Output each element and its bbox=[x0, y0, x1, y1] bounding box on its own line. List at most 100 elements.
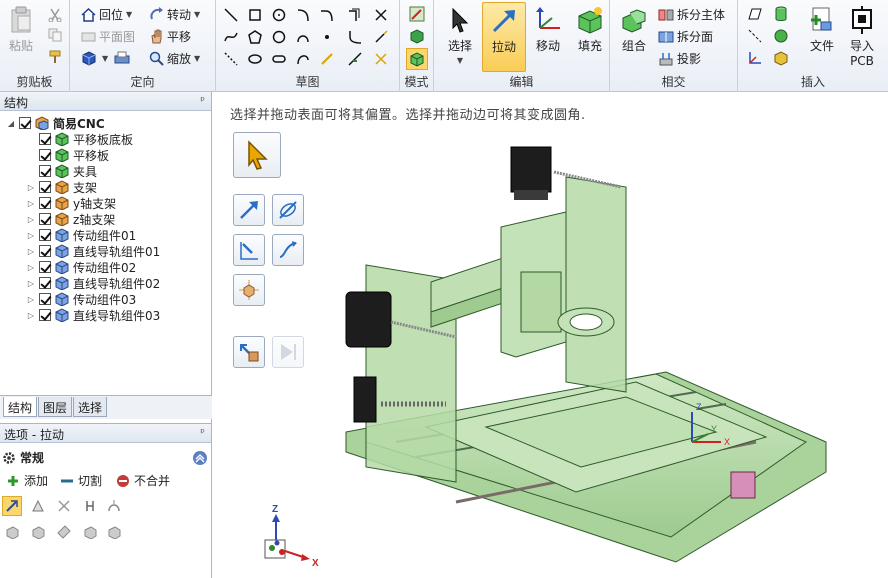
visibility-checkbox[interactable] bbox=[39, 261, 51, 273]
visibility-checkbox[interactable] bbox=[39, 213, 51, 225]
circle-tool-icon[interactable] bbox=[270, 6, 288, 24]
zoom-button[interactable]: 缩放 ▼ bbox=[148, 50, 200, 67]
tree-item[interactable]: ▷ 传动组件02 bbox=[26, 259, 136, 275]
paste-button[interactable]: 粘贴 bbox=[2, 2, 40, 72]
3d-mode-icon[interactable] bbox=[406, 48, 428, 70]
no-merge-option[interactable]: 不合并 bbox=[116, 472, 170, 489]
visibility-checkbox[interactable] bbox=[39, 197, 51, 209]
cnc-model[interactable]: Z X Y bbox=[336, 142, 836, 567]
tree-item[interactable]: 平移板底板 bbox=[26, 131, 133, 147]
pivot-tool[interactable] bbox=[104, 522, 124, 542]
visibility-checkbox[interactable] bbox=[39, 309, 51, 321]
visibility-checkbox[interactable] bbox=[39, 165, 51, 177]
visibility-checkbox[interactable] bbox=[39, 277, 51, 289]
rotate-button[interactable]: 转动 ▼ bbox=[148, 6, 200, 23]
collapse-icon[interactable]: ◢ bbox=[6, 119, 16, 128]
viewport-next-button[interactable] bbox=[272, 336, 304, 368]
visibility-checkbox[interactable] bbox=[39, 245, 51, 257]
cut-icon[interactable] bbox=[46, 6, 64, 24]
pull-tool-button[interactable]: 拉动 bbox=[482, 2, 526, 72]
copy-icon[interactable] bbox=[46, 26, 64, 44]
select-tool-button[interactable]: 选择 ▼ bbox=[438, 2, 482, 72]
section-mode-icon[interactable] bbox=[408, 27, 426, 45]
ellipse-tool-icon[interactable] bbox=[246, 50, 264, 68]
3d-viewport[interactable]: 选择并拖动表面可将其偏置。选择并拖动边可将其变成圆角. Z X Y Z X bbox=[216, 92, 888, 578]
line-tool-icon[interactable] bbox=[222, 6, 240, 24]
tangent-arc-tool-icon[interactable] bbox=[318, 6, 336, 24]
tree-item[interactable]: ▷ 直线导轨组件03 bbox=[26, 307, 160, 323]
sphere-icon[interactable] bbox=[772, 27, 790, 45]
nut-block[interactable] bbox=[730, 471, 756, 499]
arc-tool-icon[interactable] bbox=[294, 6, 312, 24]
x-axis-motor[interactable] bbox=[353, 376, 377, 423]
bend-tool-icon[interactable] bbox=[318, 50, 336, 68]
pin-icon[interactable]: ᵖ bbox=[200, 426, 205, 439]
tree-item[interactable]: ▷ 支架 bbox=[26, 179, 97, 195]
tree-root[interactable]: ◢ 简易CNC bbox=[6, 115, 105, 131]
project-button[interactable]: 投影 bbox=[658, 50, 701, 67]
format-painter-icon[interactable] bbox=[46, 48, 64, 66]
cut-option[interactable]: 切割 bbox=[60, 472, 102, 489]
trim-tool-icon[interactable] bbox=[372, 6, 390, 24]
move-tool-button[interactable]: 移动 bbox=[526, 2, 570, 72]
split-body-button[interactable]: 拆分主体 bbox=[658, 6, 725, 23]
both-sides-tool[interactable] bbox=[28, 522, 48, 542]
pan-button[interactable]: 平移 bbox=[148, 28, 191, 45]
tree-item[interactable]: ▷ 直线导轨组件01 bbox=[26, 243, 160, 259]
tree-item[interactable]: ▷ 直线导轨组件02 bbox=[26, 275, 160, 291]
visibility-checkbox[interactable] bbox=[39, 133, 51, 145]
three-point-circle-icon[interactable] bbox=[270, 28, 288, 46]
rectangle-tool-icon[interactable] bbox=[246, 6, 264, 24]
expand-icon[interactable]: ▷ bbox=[26, 295, 36, 304]
visibility-checkbox[interactable] bbox=[39, 149, 51, 161]
home-button[interactable]: 回位 ▼ bbox=[80, 6, 132, 23]
fill-tool-button[interactable]: 填充 bbox=[568, 2, 612, 72]
collapse-section-icon[interactable] bbox=[190, 448, 210, 468]
sweep-arc-icon[interactable] bbox=[294, 50, 312, 68]
plane-icon[interactable] bbox=[746, 5, 764, 23]
expand-icon[interactable]: ▷ bbox=[26, 247, 36, 256]
up-to-tool[interactable] bbox=[2, 522, 22, 542]
project-edge-icon[interactable] bbox=[372, 50, 390, 68]
tree-item[interactable]: ▷ 传动组件03 bbox=[26, 291, 136, 307]
tab-selection[interactable]: 选择 bbox=[73, 397, 108, 417]
copy-faces-tool[interactable] bbox=[80, 522, 100, 542]
draft-tool[interactable] bbox=[28, 496, 48, 516]
sweep-tool[interactable] bbox=[54, 496, 74, 516]
viewport-pull-direction-button[interactable] bbox=[233, 194, 265, 226]
add-option[interactable]: 添加 bbox=[6, 472, 48, 489]
fillet-tool-icon[interactable] bbox=[346, 28, 364, 46]
visibility-checkbox[interactable] bbox=[39, 229, 51, 241]
revolve-tool[interactable] bbox=[80, 496, 100, 516]
tree-item[interactable]: ▷ 传动组件01 bbox=[26, 227, 136, 243]
point-tool-icon[interactable] bbox=[318, 28, 336, 46]
tree-item[interactable]: ▷ z轴支架 bbox=[26, 211, 115, 227]
tree-item[interactable]: ▷ y轴支架 bbox=[26, 195, 116, 211]
viewport-complete-button[interactable] bbox=[233, 336, 265, 368]
z-axis-motor[interactable] bbox=[510, 146, 552, 193]
viewport-pivot-button[interactable] bbox=[233, 274, 265, 306]
viewport-select-button[interactable] bbox=[233, 132, 281, 178]
slot-tool-icon[interactable] bbox=[270, 50, 288, 68]
expand-icon[interactable]: ▷ bbox=[26, 311, 36, 320]
tree-item[interactable]: 平移板 bbox=[26, 147, 109, 163]
view-triad[interactable]: Z X bbox=[260, 500, 330, 570]
pull-direction-tool[interactable] bbox=[2, 496, 22, 516]
origin-icon[interactable] bbox=[746, 49, 764, 67]
plan-view-button[interactable]: 平面图 bbox=[80, 28, 135, 45]
general-section-header[interactable]: 常规 bbox=[2, 449, 44, 466]
visibility-checkbox[interactable] bbox=[39, 293, 51, 305]
blend-tool[interactable] bbox=[104, 496, 124, 516]
offset-tool-icon[interactable] bbox=[346, 6, 364, 24]
polygon-tool-icon[interactable] bbox=[246, 28, 264, 46]
split-face-button[interactable]: 拆分面 bbox=[658, 28, 713, 45]
visibility-checkbox[interactable] bbox=[19, 117, 31, 129]
pin-icon[interactable]: ᵖ bbox=[200, 94, 205, 107]
tab-layers[interactable]: 图层 bbox=[38, 397, 73, 417]
spline-tool-icon[interactable] bbox=[222, 28, 240, 46]
expand-icon[interactable]: ▷ bbox=[26, 199, 36, 208]
expand-icon[interactable]: ▷ bbox=[26, 263, 36, 272]
split-line-icon[interactable] bbox=[346, 50, 364, 68]
sketch-mode-icon[interactable] bbox=[408, 5, 426, 23]
cylinder-icon[interactable] bbox=[772, 5, 790, 23]
